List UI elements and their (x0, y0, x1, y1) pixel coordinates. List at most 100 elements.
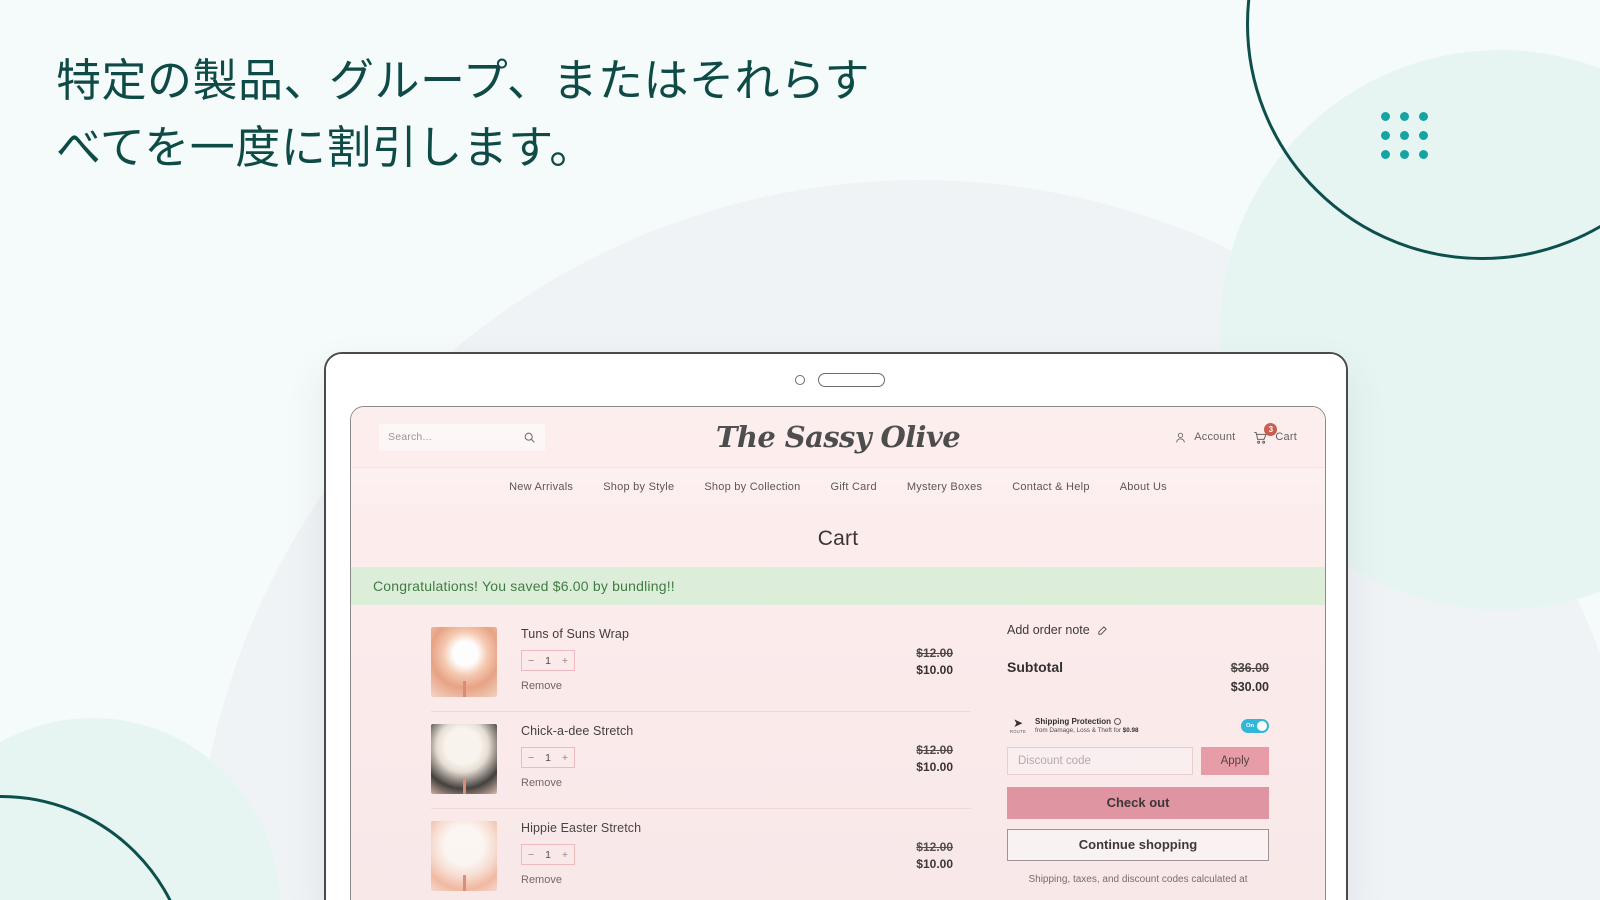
decrease-quantity-button[interactable]: − (528, 752, 534, 764)
shipping-protection-subtitle: from Damage, Loss & Theft for $0.98 (1035, 727, 1235, 735)
discount-code-input[interactable]: Discount code (1007, 746, 1193, 775)
quantity-stepper[interactable]: − 1 + (521, 650, 575, 671)
speaker-icon (818, 373, 885, 387)
info-icon[interactable] (1114, 718, 1121, 726)
product-thumbnail[interactable] (431, 724, 497, 794)
nav-item-new-arrivals[interactable]: New Arrivals (509, 481, 573, 493)
subtotal-label: Subtotal (1007, 659, 1063, 675)
edit-note-icon[interactable] (1097, 625, 1108, 636)
search-icon[interactable] (523, 431, 536, 444)
shipping-protection-title: Shipping Protection (1035, 716, 1111, 726)
subtotal-original: $36.00 (1230, 661, 1269, 675)
cart-item-info: Hippie Easter Stretch − 1 + Remove (497, 821, 971, 888)
discounted-price: $10.00 (916, 857, 953, 872)
price-column: $12.00 $10.00 (916, 742, 953, 777)
nav-item-about-us[interactable]: About Us (1120, 481, 1167, 493)
slide-canvas: 特定の製品、グループ、またはそれらす べてを一度に割引します。 Search..… (0, 0, 1600, 900)
cart-link[interactable]: 3 Cart (1253, 422, 1297, 445)
laptop-mockup: Search... The Sassy Olive Account 3 Cart… (324, 352, 1348, 900)
decrease-quantity-button[interactable]: − (528, 655, 534, 667)
shipping-protection-text: Shipping Protection from Damage, Loss & … (1035, 717, 1235, 735)
shipping-protection-title-row: Shipping Protection (1035, 717, 1235, 727)
shipping-protection-subtitle-prefix: from Damage, Loss & Theft for (1035, 726, 1123, 734)
route-mark-icon: ➤ (1012, 716, 1024, 731)
outline-circle-bottom-left (0, 795, 192, 900)
increase-quantity-button[interactable]: + (562, 849, 568, 861)
increase-quantity-button[interactable]: + (562, 752, 568, 764)
nav-item-gift-card[interactable]: Gift Card (831, 481, 877, 493)
outline-circle-top-right (1246, 0, 1600, 260)
quantity-stepper[interactable]: − 1 + (521, 844, 575, 865)
cart-page: Cart Congratulations! You saved $6.00 by… (351, 505, 1325, 900)
remove-item-link[interactable]: Remove (521, 680, 562, 692)
subtotal-values: $36.00 $30.00 (1231, 659, 1269, 697)
product-thumbnail[interactable] (431, 821, 497, 891)
cart-item-row: Tuns of Suns Wrap − 1 + Remove $12.00 $1… (431, 615, 971, 712)
site-header: Search... The Sassy Olive Account 3 Cart (351, 407, 1325, 467)
cart-item-list: Tuns of Suns Wrap − 1 + Remove $12.00 $1… (351, 605, 971, 900)
person-icon (1176, 432, 1185, 442)
checkout-button[interactable]: Check out (1007, 786, 1269, 819)
nav-item-contact-help[interactable]: Contact & Help (1012, 481, 1089, 493)
remove-item-link[interactable]: Remove (521, 777, 562, 789)
toggle-knob (1257, 720, 1267, 731)
nav-item-shop-by-collection[interactable]: Shop by Collection (704, 481, 800, 493)
cart-item-row: Hippie Easter Stretch − 1 + Remove $12.0… (431, 809, 971, 900)
checkout-footnote: Shipping, taxes, and discount codes calc… (1028, 873, 1248, 885)
discount-placeholder: Discount code (1018, 754, 1091, 767)
subtotal-row: Subtotal $36.00 $30.00 (1007, 659, 1269, 697)
quantity-stepper[interactable]: − 1 + (521, 747, 575, 768)
price-column: $12.00 $10.00 (916, 839, 953, 874)
decrease-quantity-button[interactable]: − (528, 849, 534, 861)
cart-item-info: Tuns of Suns Wrap − 1 + Remove (497, 627, 971, 694)
apply-discount-button[interactable]: Apply (1201, 746, 1269, 775)
cart-layout: Tuns of Suns Wrap − 1 + Remove $12.00 $1… (351, 605, 1325, 900)
browser-screen: Search... The Sassy Olive Account 3 Cart… (350, 406, 1326, 900)
account-label: Account (1194, 431, 1236, 443)
dot-grid-icon (1381, 112, 1428, 159)
shipping-protection-price: $0.98 (1122, 726, 1139, 734)
site-navigation: New Arrivals Shop by Style Shop by Colle… (351, 467, 1325, 505)
savings-banner: Congratulations! You saved $6.00 by bund… (351, 567, 1325, 605)
discounted-price: $10.00 (916, 760, 953, 775)
increase-quantity-button[interactable]: + (562, 655, 568, 667)
product-name[interactable]: Hippie Easter Stretch (521, 821, 971, 835)
quantity-value: 1 (545, 654, 551, 667)
product-name[interactable]: Tuns of Suns Wrap (521, 627, 971, 641)
subtotal-discounted: $30.00 (1230, 679, 1269, 694)
cart-label: Cart (1275, 431, 1297, 443)
shipping-protection-toggle[interactable]: On (1241, 718, 1269, 733)
add-order-note-label: Add order note (1007, 623, 1090, 637)
header-actions: Account 3 Cart (1174, 422, 1297, 445)
shipping-protection-row: ➤ ROUTE Shipping Protection from Damage,… (1007, 717, 1269, 735)
cart-item-row: Chick-a-dee Stretch − 1 + Remove $12.00 (431, 712, 971, 809)
discount-row: Discount code Apply (1007, 746, 1269, 775)
remove-item-link[interactable]: Remove (521, 874, 562, 886)
cart-item-info: Chick-a-dee Stretch − 1 + Remove (497, 724, 971, 791)
product-name[interactable]: Chick-a-dee Stretch (521, 724, 971, 738)
quantity-value: 1 (545, 848, 551, 861)
add-order-note-button[interactable]: Add order note (1007, 623, 1269, 637)
mint-circle-bottom-left (0, 718, 280, 900)
original-price: $12.00 (916, 646, 953, 660)
price-column: $12.00 $10.00 (916, 645, 953, 680)
toggle-state-label: On (1246, 722, 1255, 729)
search-placeholder: Search... (388, 431, 432, 443)
page-title: Cart (817, 527, 859, 550)
laptop-bezel (326, 354, 1346, 406)
page-headline: 特定の製品、グループ、またはそれらす べてを一度に割引します。 (56, 54, 871, 174)
original-price: $12.00 (916, 840, 953, 854)
quantity-value: 1 (545, 751, 551, 764)
continue-shopping-button[interactable]: Continue shopping (1007, 828, 1269, 861)
order-summary-panel: Add order note Subtotal $36.00 $30.00 ➤ … (983, 605, 1293, 900)
search-input[interactable]: Search... (379, 423, 545, 451)
cart-count-badge: 3 (1264, 422, 1278, 436)
route-brand-label: ROUTE (1009, 729, 1027, 735)
route-logo: ➤ ROUTE (1007, 717, 1029, 734)
nav-item-shop-by-style[interactable]: Shop by Style (603, 481, 674, 493)
discounted-price: $10.00 (916, 663, 953, 678)
account-link[interactable]: Account (1174, 431, 1235, 444)
product-thumbnail[interactable] (431, 627, 497, 697)
nav-item-mystery-boxes[interactable]: Mystery Boxes (907, 481, 982, 493)
camera-icon (795, 375, 805, 385)
